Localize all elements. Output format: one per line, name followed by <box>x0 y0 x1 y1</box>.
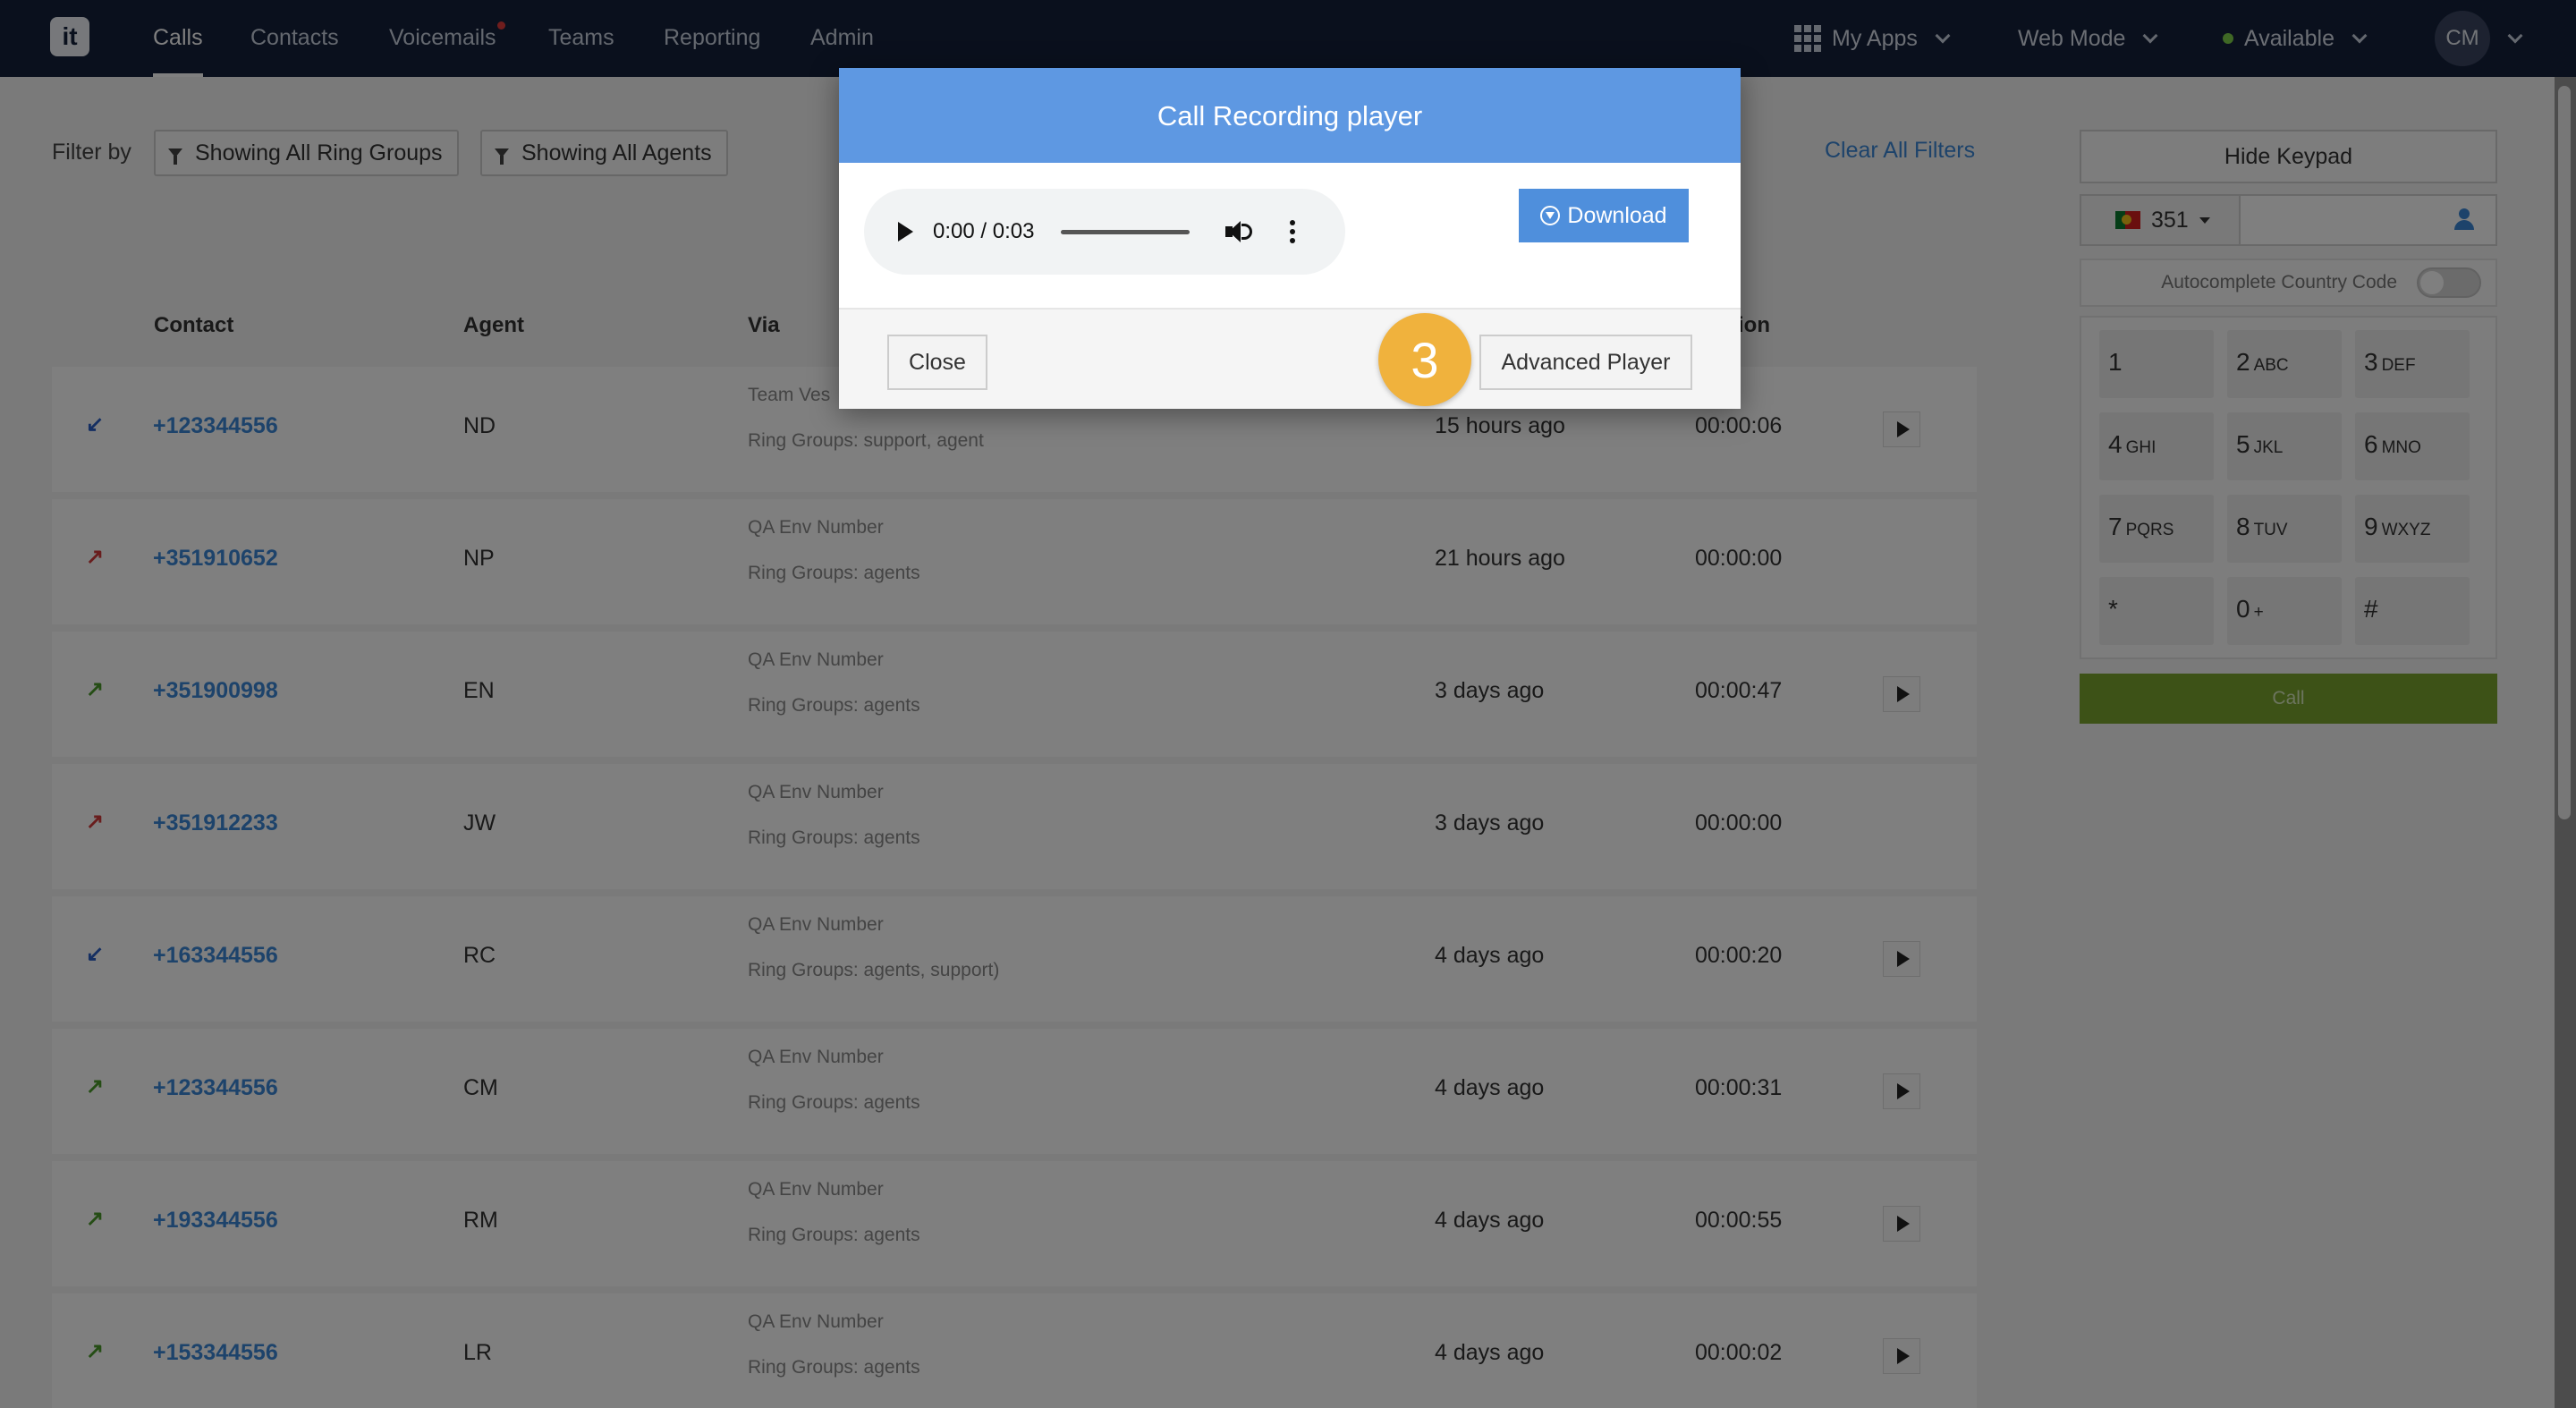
volume-icon[interactable] <box>1225 219 1253 244</box>
modal-footer: Close Advanced Player <box>839 308 1741 409</box>
audio-play-icon[interactable] <box>898 222 913 242</box>
close-button[interactable]: Close <box>887 335 987 390</box>
audio-seek-bar[interactable] <box>1061 229 1191 234</box>
download-icon <box>1540 206 1561 225</box>
more-options-icon[interactable] <box>1290 220 1296 243</box>
scrollbar-thumb[interactable] <box>2558 86 2571 819</box>
audio-time: 0:00 / 0:03 <box>933 219 1035 243</box>
call-recording-modal: Call Recording player 0:00 / 0:03 Downlo… <box>839 68 1741 409</box>
advanced-player-button[interactable]: Advanced Player <box>1479 335 1692 390</box>
audio-player: 0:00 / 0:03 <box>864 189 1345 275</box>
download-label: Download <box>1567 202 1667 228</box>
modal-title: Call Recording player <box>839 68 1741 163</box>
step-badge: 3 <box>1378 313 1471 406</box>
download-button[interactable]: Download <box>1519 189 1689 242</box>
